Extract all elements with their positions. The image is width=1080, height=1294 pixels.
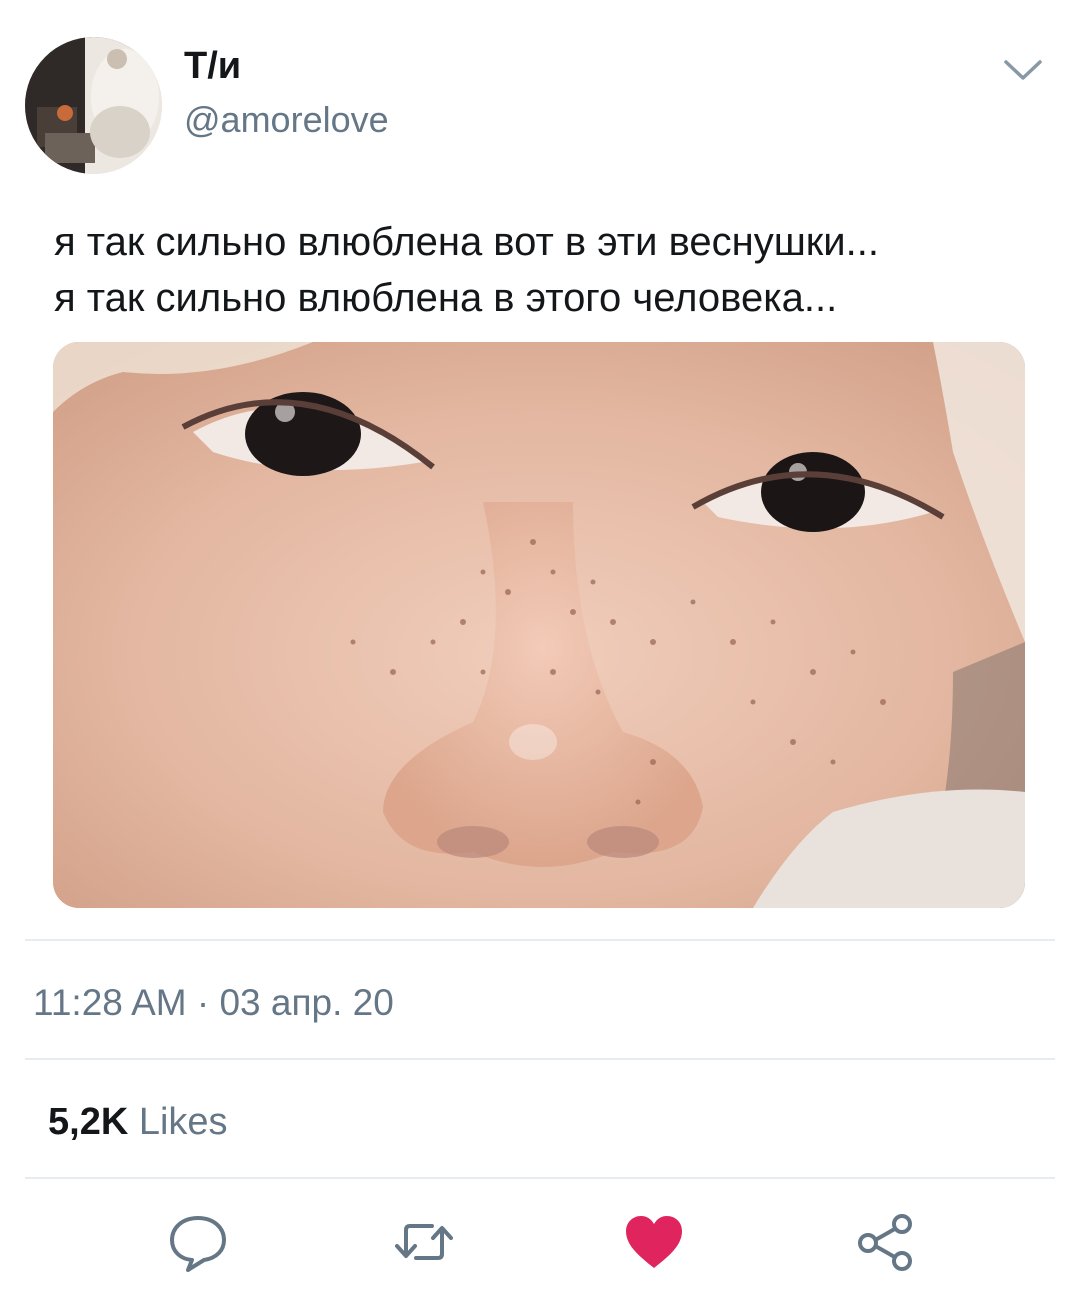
tweet-text-line: я так сильно влюблена в этого человека..… [54,276,838,320]
retweet-icon [395,1224,453,1260]
likes-label: Likes [138,1101,228,1143]
likes-count: 5,2K [48,1101,129,1143]
retweet-button[interactable] [392,1210,456,1274]
share-icon [858,1214,912,1271]
face-closeup-image [53,342,1025,908]
tweet-detail: Т/и @amorelove я так сильно влюблена вот… [0,0,1080,1294]
avatar[interactable] [25,37,162,174]
tweet-text: я так сильно влюблена вот в эти веснушки… [54,214,1054,326]
display-name[interactable]: Т/и [184,44,241,88]
tweet-photo[interactable] [53,342,1025,908]
divider [25,1058,1055,1060]
tweet-text-line: я так сильно влюблена вот в эти веснушки… [54,220,879,264]
tweet-timestamp[interactable]: 11:28 AM · 03 апр. 20 [33,980,394,1026]
reply-button[interactable] [166,1210,230,1274]
chevron-down-icon[interactable] [1000,52,1046,86]
likes-stat[interactable]: 5,2K Likes [48,1099,228,1145]
divider [25,939,1055,941]
avatar-photo [25,37,162,174]
heart-icon [626,1216,682,1268]
divider [25,1177,1055,1179]
share-button[interactable] [853,1210,917,1274]
user-handle[interactable]: @amorelove [184,98,389,142]
reply-icon [170,1216,226,1272]
like-button[interactable] [622,1210,686,1274]
